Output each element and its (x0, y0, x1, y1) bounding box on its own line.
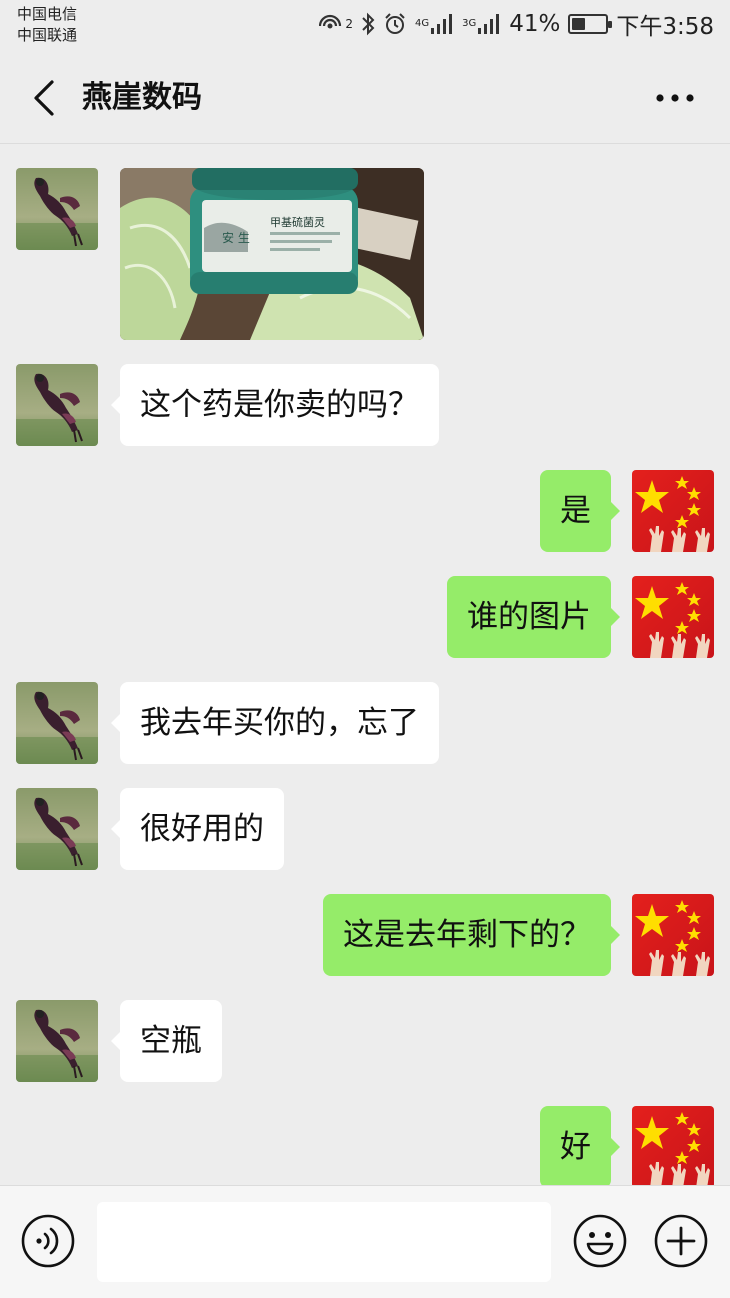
voice-icon (21, 1214, 75, 1268)
voice-button[interactable] (20, 1213, 76, 1269)
image-label-brand: 安 生 (222, 230, 250, 245)
message-bubble[interactable]: 好 (540, 1106, 620, 1185)
message-row: 我去年买你的，忘了 (0, 682, 730, 764)
message-row: 谁的图片 (0, 576, 730, 658)
message-row: 安 生 甲基硫菌灵 (0, 168, 730, 340)
message-row: 是 (0, 470, 730, 552)
contact-avatar[interactable] (16, 364, 98, 446)
emoji-button[interactable] (572, 1213, 628, 1269)
signal-4g-icon: 4G (415, 13, 454, 35)
message-input[interactable] (97, 1202, 551, 1282)
message-bubble[interactable]: 很好用的 (111, 788, 284, 870)
clock: 下午3:58 (616, 14, 714, 40)
message-bubble[interactable]: 是 (540, 470, 620, 552)
status-icons: 2 4G 3G 41% 下午3:58 (319, 9, 714, 40)
message-bubble[interactable]: 这个药是你卖的吗？ (111, 364, 439, 446)
message-bubble[interactable]: 这是去年剩下的？ (323, 894, 620, 976)
message-row: 很好用的 (0, 788, 730, 870)
message-bubble[interactable]: 我去年买你的，忘了 (111, 682, 439, 764)
chat-header: 燕崖数码 (0, 52, 730, 144)
message-list[interactable]: 安 生 甲基硫菌灵 这个药是你卖的吗？ 是 谁的图片 我去年买你的，忘了 很好用… (0, 145, 730, 1185)
message-row: 这个药是你卖的吗？ (0, 364, 730, 446)
battery-icon (568, 14, 613, 34)
carrier-1: 中国电信 (17, 5, 78, 23)
more-functions-button[interactable] (653, 1213, 709, 1269)
message-bubble[interactable]: 空瓶 (111, 1000, 222, 1082)
contact-avatar[interactable] (16, 168, 98, 250)
input-bar (0, 1185, 730, 1298)
message-row: 好 (0, 1106, 730, 1185)
image-label-product: 甲基硫菌灵 (270, 215, 325, 229)
back-button[interactable] (22, 74, 66, 122)
user-avatar[interactable] (632, 576, 714, 658)
message-row: 这是去年剩下的？ (0, 894, 730, 976)
bluetooth-icon (361, 12, 375, 36)
contact-avatar[interactable] (16, 1000, 98, 1082)
emoji-icon (573, 1214, 627, 1268)
message-image[interactable]: 安 生 甲基硫菌灵 (120, 168, 424, 340)
carrier-info: 中国电信 中国联通 (17, 4, 77, 46)
network-type-2: 3G (462, 18, 477, 29)
network-type-1: 4G (414, 18, 430, 29)
alarm-icon (383, 12, 407, 36)
plus-circle-icon (654, 1214, 708, 1268)
user-avatar[interactable] (632, 894, 714, 976)
hotspot-count: 2 (345, 17, 353, 31)
battery-level (572, 18, 586, 30)
hotspot-icon: 2 (319, 13, 353, 35)
chevron-left-icon (34, 80, 54, 116)
signal-3g-icon: 3G (462, 13, 501, 35)
message-bubble[interactable]: 谁的图片 (447, 576, 620, 658)
carrier-2: 中国联通 (17, 26, 78, 44)
more-options-button[interactable] (650, 74, 700, 122)
contact-avatar[interactable] (16, 788, 98, 870)
user-avatar[interactable] (632, 1106, 714, 1185)
ellipsis-icon (656, 94, 694, 102)
user-avatar[interactable] (632, 470, 714, 552)
chat-title: 燕崖数码 (82, 80, 202, 115)
status-bar: 中国电信 中国联通 2 4G 3G 41% 下午3:58 (0, 0, 730, 52)
contact-avatar[interactable] (16, 682, 98, 764)
message-row: 空瓶 (0, 1000, 730, 1082)
battery-percent: 41% (509, 11, 561, 37)
